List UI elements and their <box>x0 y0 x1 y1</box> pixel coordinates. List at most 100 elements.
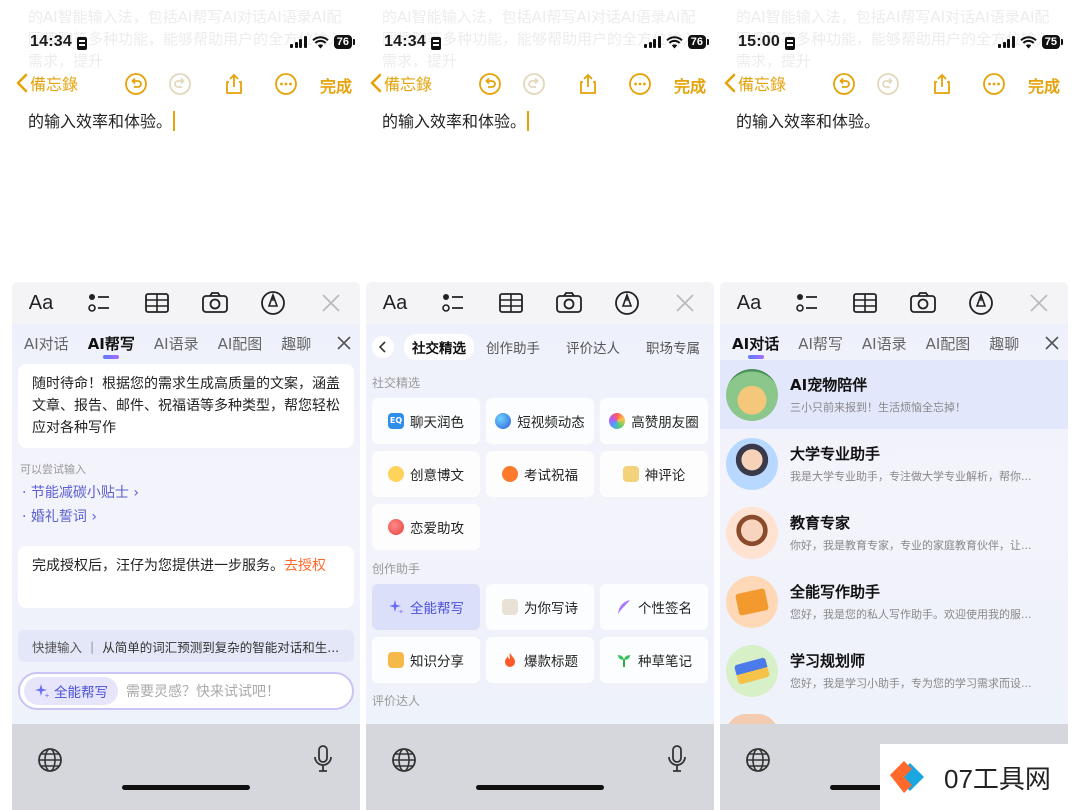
note-body[interactable]: 的输入效率和体验。 <box>382 108 530 132</box>
heart-icon <box>388 519 404 535</box>
section-title: 评价达人 <box>372 694 421 708</box>
tab-ai-write[interactable]: AI帮写 <box>88 333 135 354</box>
share-icon[interactable] <box>576 72 600 96</box>
tab-fun-chat[interactable]: 趣聊 <box>989 333 1019 354</box>
tab-ai-quotes[interactable]: AI语录 <box>154 333 199 354</box>
microphone-icon[interactable] <box>666 744 688 774</box>
text-format-icon[interactable]: Aa <box>380 288 410 318</box>
tab-ai-image[interactable]: AI配图 <box>926 333 971 354</box>
home-indicator[interactable] <box>122 785 250 790</box>
redo-icon[interactable] <box>168 72 192 96</box>
text-format-icon[interactable]: Aa <box>734 288 764 318</box>
assistant-row-pet[interactable]: AI宠物陪伴 三小只前来报到！生活烦恼全忘掉！ <box>720 360 1068 429</box>
markup-pen-icon[interactable] <box>612 288 642 318</box>
intro-text: 随时待命！根据您的需求生成高质量的文案，涵盖文章、报告、邮件、祝福语等多种类型，… <box>32 376 340 436</box>
share-icon[interactable] <box>222 72 246 96</box>
tab-ai-write[interactable]: AI帮写 <box>798 333 843 354</box>
tab-fun-chat[interactable]: 趣聊 <box>281 333 311 354</box>
assistant-row-education[interactable]: 教育专家 你好，我是教育专家，专业的家庭教育伙伴，让... <box>720 498 1068 567</box>
notes-navbar: 備忘錄 完成 <box>366 68 714 100</box>
assistant-name: 大学专业助手 <box>790 445 881 463</box>
back-button[interactable]: 備忘錄 <box>724 71 786 95</box>
assistant-row-study[interactable]: 学习规划师 您好，我是学习小助手，专为您的学习需求而设... <box>720 636 1068 705</box>
back-button[interactable]: 備忘錄 <box>370 71 432 95</box>
back-button[interactable]: 備忘錄 <box>16 71 78 95</box>
redo-icon[interactable] <box>522 72 546 96</box>
tab-ai-chat[interactable]: AI对话 <box>732 333 779 354</box>
ai-input-field[interactable]: 全能帮写 需要灵感？快来试试吧！ <box>18 672 354 710</box>
chip-exam-wishes[interactable]: 考试祝福 <box>486 451 594 497</box>
globe-icon[interactable] <box>744 746 772 774</box>
close-icon[interactable] <box>1024 288 1054 318</box>
globe-icon[interactable] <box>390 746 418 774</box>
redo-icon[interactable] <box>876 72 900 96</box>
tab-social-picks[interactable]: 社交精选 <box>404 334 474 360</box>
close-icon[interactable] <box>670 288 700 318</box>
wifi-icon <box>666 35 683 48</box>
done-button[interactable]: 完成 <box>320 73 352 97</box>
camera-icon[interactable] <box>908 288 938 318</box>
category-back-button[interactable] <box>372 336 394 358</box>
globe-icon[interactable] <box>36 746 64 774</box>
share-icon[interactable] <box>930 72 954 96</box>
text-format-icon[interactable]: Aa <box>26 288 56 318</box>
table-icon[interactable] <box>850 288 880 318</box>
home-indicator[interactable] <box>476 785 604 790</box>
table-icon[interactable] <box>142 288 172 318</box>
checklist-icon[interactable] <box>792 288 822 318</box>
undo-icon[interactable] <box>832 72 856 96</box>
assistant-row-college[interactable]: 大学专业助手 我是大学专业助手，专注做大学专业解析，帮你... <box>720 429 1068 498</box>
tab-ai-quotes[interactable]: AI语录 <box>862 333 907 354</box>
chevron-left-icon <box>379 341 386 353</box>
chip-viral-title[interactable]: 爆款标题 <box>486 637 594 683</box>
markup-pen-icon[interactable] <box>966 288 996 318</box>
chip-love-helper[interactable]: 恋爱助攻 <box>372 504 480 550</box>
chat-polish-icon: EQ <box>388 413 404 429</box>
chip-write-poem[interactable]: 为你写诗 <box>486 584 594 630</box>
wifi-icon <box>1020 35 1037 48</box>
more-icon[interactable] <box>628 72 652 96</box>
auth-link[interactable]: 去授权 <box>284 558 326 574</box>
tab-workplace[interactable]: 职场专属 <box>646 337 700 357</box>
chip-grass-notes[interactable]: 种草笔记 <box>600 637 708 683</box>
suggestion-item[interactable]: · 节能减碳小贴士 › <box>22 482 139 502</box>
chip-moments[interactable]: 高赞朋友圈 <box>600 398 708 444</box>
mode-button[interactable]: 全能帮写 <box>24 677 118 705</box>
assistant-row-writing[interactable]: 全能写作助手 您好，我是您的私人写作助手。欢迎使用我的服... <box>720 567 1068 636</box>
suggestion-item[interactable]: · 婚礼誓词 › <box>22 506 97 526</box>
chip-short-video[interactable]: 短视频动态 <box>486 398 594 444</box>
undo-icon[interactable] <box>478 72 502 96</box>
close-icon[interactable] <box>336 335 352 351</box>
camera-icon[interactable] <box>554 288 584 318</box>
chip-creative-blog[interactable]: 创意博文 <box>372 451 480 497</box>
chip-knowledge-share[interactable]: 知识分享 <box>372 637 480 683</box>
tab-review-expert[interactable]: 评价达人 <box>566 337 620 357</box>
more-icon[interactable] <box>982 72 1006 96</box>
markup-pen-icon[interactable] <box>258 288 288 318</box>
checklist-icon[interactable] <box>84 288 114 318</box>
tab-ai-image[interactable]: AI配图 <box>218 333 263 354</box>
done-button[interactable]: 完成 <box>674 73 706 97</box>
undo-icon[interactable] <box>124 72 148 96</box>
chip-label: 爆款标题 <box>524 654 578 670</box>
chip-all-round-write[interactable]: 全能帮写 <box>372 584 480 630</box>
chip-god-comment[interactable]: 神评论 <box>600 451 708 497</box>
tab-ai-chat[interactable]: AI对话 <box>24 333 69 354</box>
chip-signature[interactable]: 个性签名 <box>600 584 708 630</box>
table-icon[interactable] <box>496 288 526 318</box>
done-button[interactable]: 完成 <box>1028 73 1060 97</box>
more-icon[interactable] <box>274 72 298 96</box>
ai-keyboard-panel: AI对话 AI帮写 AI语录 AI配图 趣聊 随时待命！根据您的需求生成高质量的… <box>12 324 360 724</box>
checklist-icon[interactable] <box>438 288 468 318</box>
close-icon[interactable] <box>1044 335 1060 351</box>
microphone-icon[interactable] <box>312 744 334 774</box>
tab-creation-assistant[interactable]: 创作助手 <box>486 337 540 357</box>
note-body[interactable]: 的输入效率和体验。 <box>28 108 176 132</box>
camera-icon[interactable] <box>200 288 230 318</box>
chip-chat-polish[interactable]: EQ 聊天润色 <box>372 398 480 444</box>
close-icon[interactable] <box>316 288 346 318</box>
back-label: 備忘錄 <box>738 75 787 94</box>
quick-input-bar[interactable]: 快捷输入 | 从简单的词汇预测到复杂的智能对话和生... <box>18 630 354 662</box>
note-body[interactable]: 的输入效率和体验。 <box>736 108 880 132</box>
signal-icon <box>644 36 661 48</box>
